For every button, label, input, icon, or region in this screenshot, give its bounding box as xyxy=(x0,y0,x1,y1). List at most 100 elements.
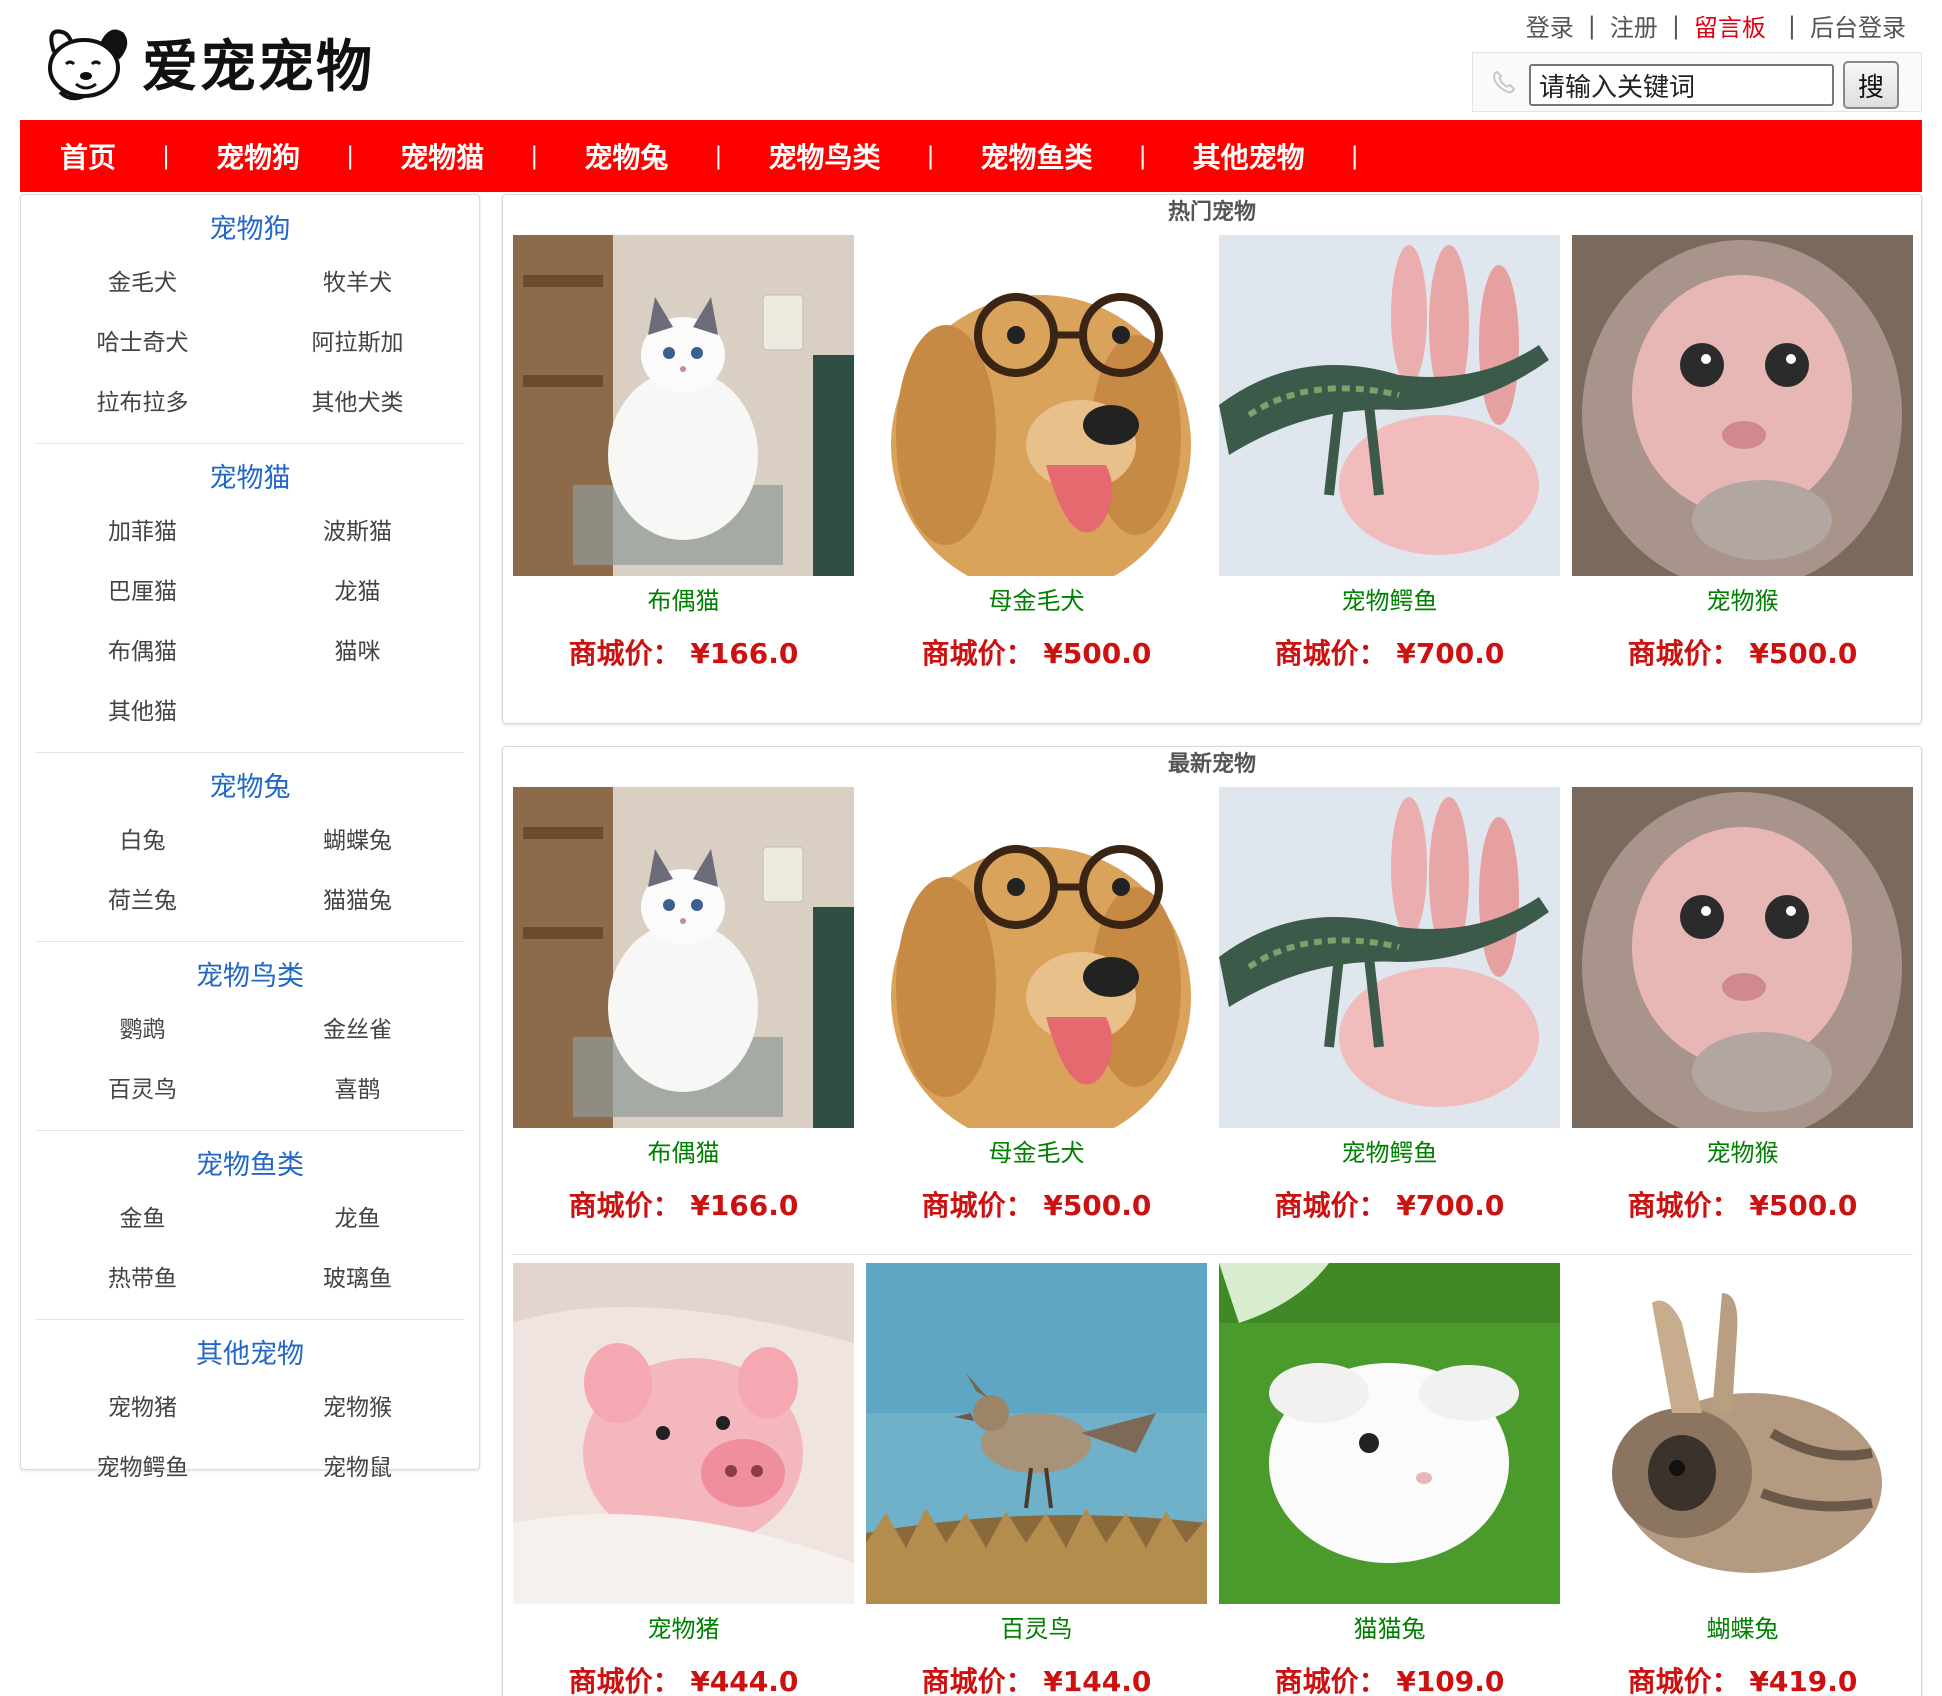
category-link[interactable]: 猫咪 xyxy=(250,622,465,682)
category-link[interactable]: 蝴蝶兔 xyxy=(250,811,465,871)
nav-item-label: 其他宠物 xyxy=(1192,141,1305,174)
product-card[interactable]: 宠物鳄鱼 商城价： ¥700.0 xyxy=(1219,787,1560,1224)
category-title[interactable]: 其他宠物 xyxy=(35,1320,465,1378)
register-link[interactable]: 注册 xyxy=(1610,8,1658,43)
category-link[interactable]: 喜鹊 xyxy=(250,1060,465,1120)
category-link[interactable]: 哈士奇犬 xyxy=(35,313,250,373)
category-title[interactable]: 宠物鸟类 xyxy=(35,942,465,1000)
category-link[interactable]: 热带鱼 xyxy=(35,1249,250,1309)
product-image[interactable] xyxy=(866,787,1207,1128)
category-link[interactable]: 加菲猫 xyxy=(35,502,250,562)
category-link[interactable]: 百灵鸟 xyxy=(35,1060,250,1120)
category-link[interactable]: 其他猫 xyxy=(35,682,250,742)
category-link[interactable]: 其他犬类 xyxy=(250,373,465,433)
category-link[interactable]: 金鱼 xyxy=(35,1189,250,1249)
product-name[interactable]: 百灵鸟 xyxy=(866,1612,1207,1646)
product-image[interactable] xyxy=(513,1263,854,1604)
nav-item-2[interactable]: 宠物狗 | xyxy=(216,136,400,176)
product-name[interactable]: 母金毛犬 xyxy=(866,584,1207,618)
category-title[interactable]: 宠物兔 xyxy=(35,753,465,811)
category-link[interactable]: 荷兰兔 xyxy=(35,871,250,931)
category-link[interactable]: 鹦鹉 xyxy=(35,1000,250,1060)
product-name[interactable]: 宠物鳄鱼 xyxy=(1219,584,1560,618)
product-image[interactable] xyxy=(866,235,1207,576)
search-input[interactable] xyxy=(1529,64,1834,106)
product-price: 商城价： ¥500.0 xyxy=(1627,637,1858,670)
product-name[interactable]: 布偶猫 xyxy=(513,584,854,618)
nav-item-4[interactable]: 宠物兔 | xyxy=(584,136,768,176)
category-link[interactable]: 宠物猪 xyxy=(35,1378,250,1438)
product-card[interactable]: 母金毛犬商城价： ¥500.0 xyxy=(866,787,1207,1224)
product-name[interactable]: 宠物猴 xyxy=(1572,584,1913,618)
product-image[interactable] xyxy=(1572,235,1913,576)
product-name[interactable]: 宠物猪 xyxy=(513,1612,854,1646)
search-box: 搜 xyxy=(1472,52,1922,112)
product-image[interactable] xyxy=(1219,1263,1560,1604)
product-name[interactable]: 宠物猴 xyxy=(1572,1136,1913,1170)
product-image[interactable] xyxy=(1572,787,1913,1128)
product-card[interactable]: 宠物猴商城价： ¥500.0 xyxy=(1572,235,1913,672)
category-link[interactable]: 巴厘猫 xyxy=(35,562,250,622)
product-name[interactable]: 蝴蝶兔 xyxy=(1572,1612,1913,1646)
category-block: 宠物鸟类 鹦鹉 金丝雀 百灵鸟 喜鹊 xyxy=(35,942,465,1131)
product-card[interactable]: 母金毛犬 商城价： ¥500.0 xyxy=(866,235,1207,672)
category-link[interactable]: 牧羊犬 xyxy=(250,253,465,313)
category-link[interactable]: 波斯猫 xyxy=(250,502,465,562)
nav-item-7[interactable]: 其他宠物 | xyxy=(1193,136,1405,176)
category-link[interactable]: 宠物鼠 xyxy=(250,1438,465,1498)
nav-item-6[interactable]: 宠物鱼类 | xyxy=(981,136,1193,176)
guestbook-link[interactable]: 留言板 xyxy=(1694,8,1766,43)
product-card[interactable]: 布偶猫 商城价： ¥166.0 xyxy=(513,235,854,672)
category-title[interactable]: 宠物狗 xyxy=(35,195,465,253)
category-link[interactable]: 宠物猴 xyxy=(250,1378,465,1438)
category-link[interactable]: 金丝雀 xyxy=(250,1000,465,1060)
category-title[interactable]: 宠物猫 xyxy=(35,444,465,502)
main-nav: 首页 | 宠物狗 | 宠物猫 | 宠物兔 | 宠物鸟类 | 宠物鱼类 | 其他宠物 | xyxy=(20,120,1922,192)
top-links: 登录 | 注册 | 留言板 | 后台登录 xyxy=(1526,8,1906,43)
product-card[interactable]: 蝴蝶兔 商城价： ¥419.0 xyxy=(1572,1263,1913,1696)
search-button[interactable]: 搜 xyxy=(1843,61,1899,109)
product-image[interactable] xyxy=(1572,1263,1913,1604)
product-image[interactable] xyxy=(1219,235,1560,576)
product-card[interactable]: 宠物鳄鱼 商城价： ¥700.0 xyxy=(1219,235,1560,672)
nav-separator: | xyxy=(346,142,355,170)
category-link[interactable]: 玻璃鱼 xyxy=(250,1249,465,1309)
product-image[interactable] xyxy=(866,1263,1207,1604)
category-link[interactable]: 猫猫兔 xyxy=(250,871,465,931)
category-link[interactable]: 龙鱼 xyxy=(250,1189,465,1249)
nav-item-label: 宠物兔 xyxy=(584,141,669,174)
product-image[interactable] xyxy=(513,235,854,576)
nav-item-5[interactable]: 宠物鸟类 | xyxy=(768,136,980,176)
product-card[interactable]: 宠物猴 商城价： ¥500.0 xyxy=(1572,787,1913,1224)
product-name[interactable]: 宠物鳄鱼 xyxy=(1219,1136,1560,1170)
hot-pets-grid: 布偶猫 商城价： ¥166.0 母金毛犬 商城价： ¥500.0 宠物鳄鱼 商城价： … xyxy=(503,235,1921,672)
product-price: 商城价： ¥500.0 xyxy=(921,1189,1152,1222)
site-logo[interactable]: 爱宠宠物 xyxy=(40,22,390,102)
product-card[interactable]: 宠物猪 商城价： ¥444.0 xyxy=(513,1263,854,1696)
product-card[interactable]: 百灵鸟 商城价： ¥144.0 xyxy=(866,1263,1207,1696)
nav-separator: | xyxy=(926,142,935,170)
login-link[interactable]: 登录 xyxy=(1526,8,1574,43)
category-link[interactable]: 龙猫 xyxy=(250,562,465,622)
product-name[interactable]: 母金毛犬 xyxy=(866,1136,1207,1170)
category-link[interactable]: 布偶猫 xyxy=(35,622,250,682)
product-card[interactable]: 猫猫兔 商城价： ¥109.0 xyxy=(1219,1263,1560,1696)
admin-login-link[interactable]: 后台登录 xyxy=(1810,8,1906,43)
category-items: 加菲猫 波斯猫 巴厘猫 龙猫 布偶猫 猫咪 其他猫 xyxy=(35,502,465,742)
product-name[interactable]: 布偶猫 xyxy=(513,1136,854,1170)
category-block: 其他宠物 宠物猪 宠物猴 宠物鳄鱼 宠物鼠 xyxy=(35,1320,465,1508)
product-image[interactable] xyxy=(513,787,854,1128)
product-image[interactable] xyxy=(1219,787,1560,1128)
category-link[interactable]: 拉布拉多 xyxy=(35,373,250,433)
nav-item-3[interactable]: 宠物猫 | xyxy=(400,136,584,176)
nav-item-1[interactable]: 首页 | xyxy=(60,136,216,176)
product-name[interactable]: 猫猫兔 xyxy=(1219,1612,1560,1646)
latest-pets-grid: 布偶猫 商城价： ¥166.0 母金毛犬商城价： ¥500.0 宠物鳄鱼 商城价： … xyxy=(503,787,1921,1224)
category-block: 宠物狗 金毛犬 牧羊犬 哈士奇犬 阿拉斯加 拉布拉多 其他犬类 xyxy=(35,195,465,444)
category-link[interactable]: 阿拉斯加 xyxy=(250,313,465,373)
product-card[interactable]: 布偶猫 商城价： ¥166.0 xyxy=(513,787,854,1224)
category-link[interactable]: 宠物鳄鱼 xyxy=(35,1438,250,1498)
category-title[interactable]: 宠物鱼类 xyxy=(35,1131,465,1189)
category-link[interactable]: 白兔 xyxy=(35,811,250,871)
category-link[interactable]: 金毛犬 xyxy=(35,253,250,313)
